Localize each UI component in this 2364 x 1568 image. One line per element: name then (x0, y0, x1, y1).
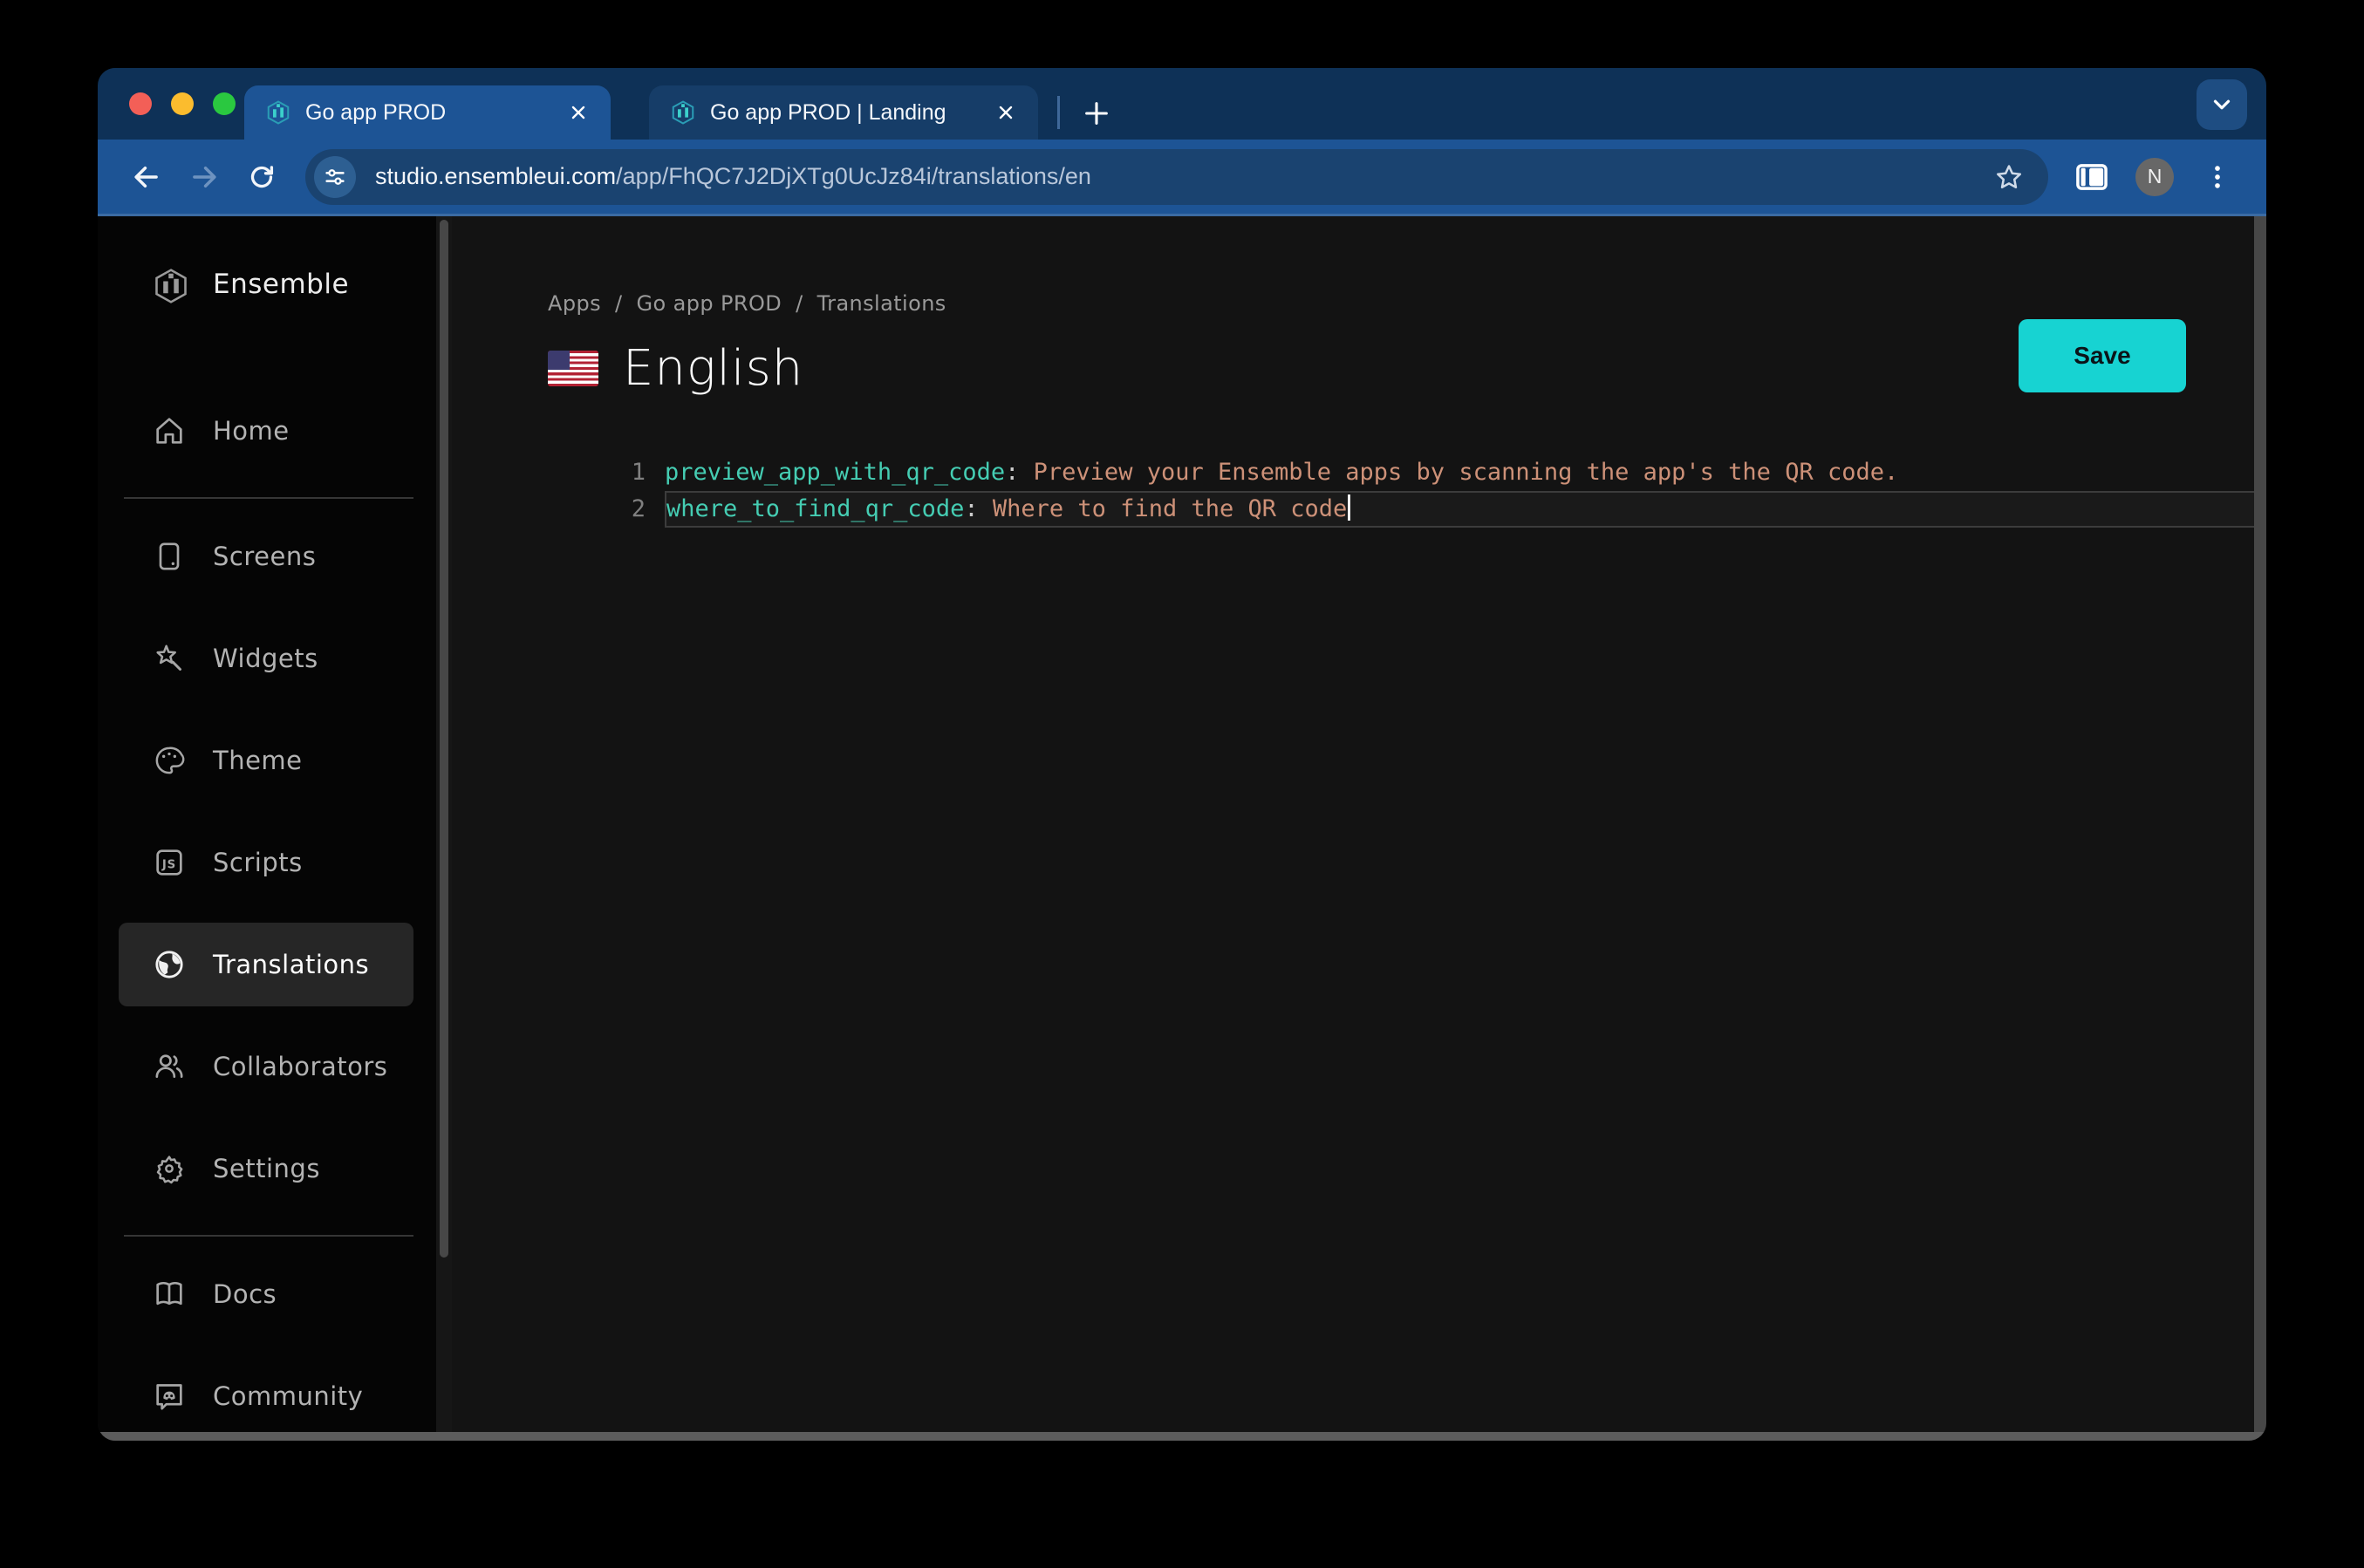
gear-icon (152, 1151, 187, 1186)
breadcrumb-translations: Translations (816, 291, 946, 316)
sidebar-item-widgets[interactable]: Widgets (98, 631, 436, 686)
url-path: /app/FhQC7J2DjXTg0UcJz84i/translations/e… (616, 163, 1091, 189)
sidebar-divider (124, 1235, 413, 1237)
screens-icon (152, 539, 187, 574)
tab-divider (1057, 96, 1060, 129)
yaml-separator: : (964, 495, 993, 522)
sidebar-item-label: Docs (213, 1279, 277, 1309)
sidebar-item-label: Settings (213, 1154, 320, 1183)
address-bar[interactable]: studio.ensembleui.com/app/FhQC7J2DjXTg0U… (305, 148, 2048, 205)
tab-search-button[interactable] (2197, 79, 2247, 130)
breadcrumb-go-app-prod[interactable]: Go app PROD (637, 291, 782, 316)
svg-text:JS: JS (161, 858, 176, 871)
sidebar-item-label: Theme (213, 746, 303, 775)
side-panel-icon[interactable] (2067, 153, 2116, 201)
back-button[interactable] (122, 153, 171, 201)
yaml-separator: : (1005, 459, 1034, 486)
sidebar-item-label: Home (213, 416, 290, 446)
tab-go-app-prod-landing[interactable]: Go app PROD | Landing (649, 85, 1038, 140)
tab-title: Go app PROD (305, 99, 447, 125)
save-button[interactable]: Save (2019, 319, 2186, 392)
line-number: 2 (631, 495, 646, 522)
brand[interactable]: Ensemble (98, 256, 436, 312)
bookmark-star-icon[interactable] (1994, 162, 2024, 192)
page-scrollbar[interactable] (2254, 216, 2266, 1432)
screenshot-stage: Go app PROD Go app PROD | Landing studio… (0, 0, 2364, 1568)
ensemble-logo-icon (152, 267, 187, 303)
tab-close-icon[interactable] (993, 99, 1019, 126)
reload-button[interactable] (237, 153, 286, 201)
yaml-key: where_to_find_qr_code (666, 495, 965, 522)
text-cursor (1348, 494, 1351, 521)
breadcrumb: Apps / Go app PROD / Translations (548, 291, 2254, 316)
us-flag-icon (548, 351, 598, 386)
window-bottom-edge (98, 1432, 2266, 1441)
site-settings-icon[interactable] (314, 155, 356, 198)
sidebar-divider (124, 497, 413, 499)
sidebar-item-settings[interactable]: Settings (98, 1141, 436, 1196)
title-row: English (548, 340, 2254, 397)
traffic-lights (129, 68, 236, 140)
new-tab-button[interactable] (1077, 94, 1116, 133)
book-icon (152, 1277, 187, 1312)
scripts-icon: JS (152, 845, 187, 880)
sidebar-item-docs[interactable]: Docs (98, 1266, 436, 1322)
browser-menu-kebab-icon[interactable] (2193, 153, 2242, 201)
sidebar-item-label: Community (213, 1381, 364, 1411)
home-icon (152, 413, 187, 448)
ensemble-favicon-icon (670, 99, 696, 126)
avatar-initial: N (2147, 165, 2162, 187)
sidebar-item-home[interactable]: Home (98, 403, 436, 459)
page-title: English (623, 340, 804, 397)
breadcrumb-separator: / (796, 291, 803, 316)
browser-window: Go app PROD Go app PROD | Landing studio… (98, 68, 2266, 1441)
forward-button[interactable] (180, 153, 229, 201)
sidebar-item-label: Screens (213, 542, 317, 571)
sidebar-scrollbar[interactable] (436, 216, 452, 1432)
sidebar-item-label: Collaborators (213, 1052, 388, 1081)
close-window-button[interactable] (129, 92, 152, 115)
sidebar-item-theme[interactable]: Theme (98, 733, 436, 788)
minimize-window-button[interactable] (171, 92, 194, 115)
sidebar-item-scripts[interactable]: JS Scripts (98, 835, 436, 890)
sidebar-item-collaborators[interactable]: Collaborators (98, 1039, 436, 1094)
sidebar: Ensemble Home Screens Widgets Theme JS S… (98, 216, 436, 1432)
sidebar-item-screens[interactable]: Screens (98, 528, 436, 584)
zoom-window-button[interactable] (213, 92, 236, 115)
sidebar-item-label: Widgets (213, 644, 318, 673)
widgets-icon (152, 641, 187, 676)
translations-editor[interactable]: 1 preview_app_with_qr_code: Preview your… (452, 454, 2254, 528)
theme-icon (152, 743, 187, 778)
sidebar-item-community[interactable]: Community (98, 1368, 436, 1424)
yaml-value: Where to find the QR code (992, 495, 1348, 522)
brand-label: Ensemble (213, 269, 350, 300)
ensemble-favicon-icon (265, 99, 291, 126)
profile-avatar[interactable]: N (2135, 157, 2174, 196)
sidebar-item-translations[interactable]: Translations (119, 923, 413, 1006)
url-host: studio.ensembleui.com (375, 163, 617, 189)
tab-close-icon[interactable] (565, 99, 591, 126)
editor-line-active[interactable]: 2 where_to_find_qr_code: Where to find t… (452, 491, 2254, 528)
browser-toolbar: studio.ensembleui.com/app/FhQC7J2DjXTg0U… (98, 140, 2266, 216)
tabs: Go app PROD Go app PROD | Landing (244, 85, 1116, 140)
people-icon (152, 1049, 187, 1084)
discord-icon (152, 1379, 187, 1414)
sidebar-item-label: Scripts (213, 848, 303, 877)
url-text[interactable]: studio.ensembleui.com/app/FhQC7J2DjXTg0U… (375, 163, 1985, 190)
main-content: Apps / Go app PROD / Translations Englis… (452, 216, 2254, 1432)
sidebar-scrollbar-thumb[interactable] (440, 220, 448, 1258)
editor-line[interactable]: 1 preview_app_with_qr_code: Preview your… (452, 454, 2254, 491)
yaml-key: preview_app_with_qr_code (665, 459, 1006, 486)
sidebar-item-label: Translations (213, 950, 370, 979)
tab-go-app-prod[interactable]: Go app PROD (244, 85, 611, 140)
tab-title: Go app PROD | Landing (710, 99, 946, 125)
globe-icon (152, 947, 187, 982)
yaml-value: Preview your Ensemble apps by scanning t… (1033, 459, 1899, 486)
tab-strip: Go app PROD Go app PROD | Landing (98, 68, 2266, 140)
breadcrumb-apps[interactable]: Apps (548, 291, 601, 316)
breadcrumb-separator: / (615, 291, 623, 316)
page-body: Ensemble Home Screens Widgets Theme JS S… (98, 216, 2266, 1432)
line-number: 1 (631, 459, 646, 486)
